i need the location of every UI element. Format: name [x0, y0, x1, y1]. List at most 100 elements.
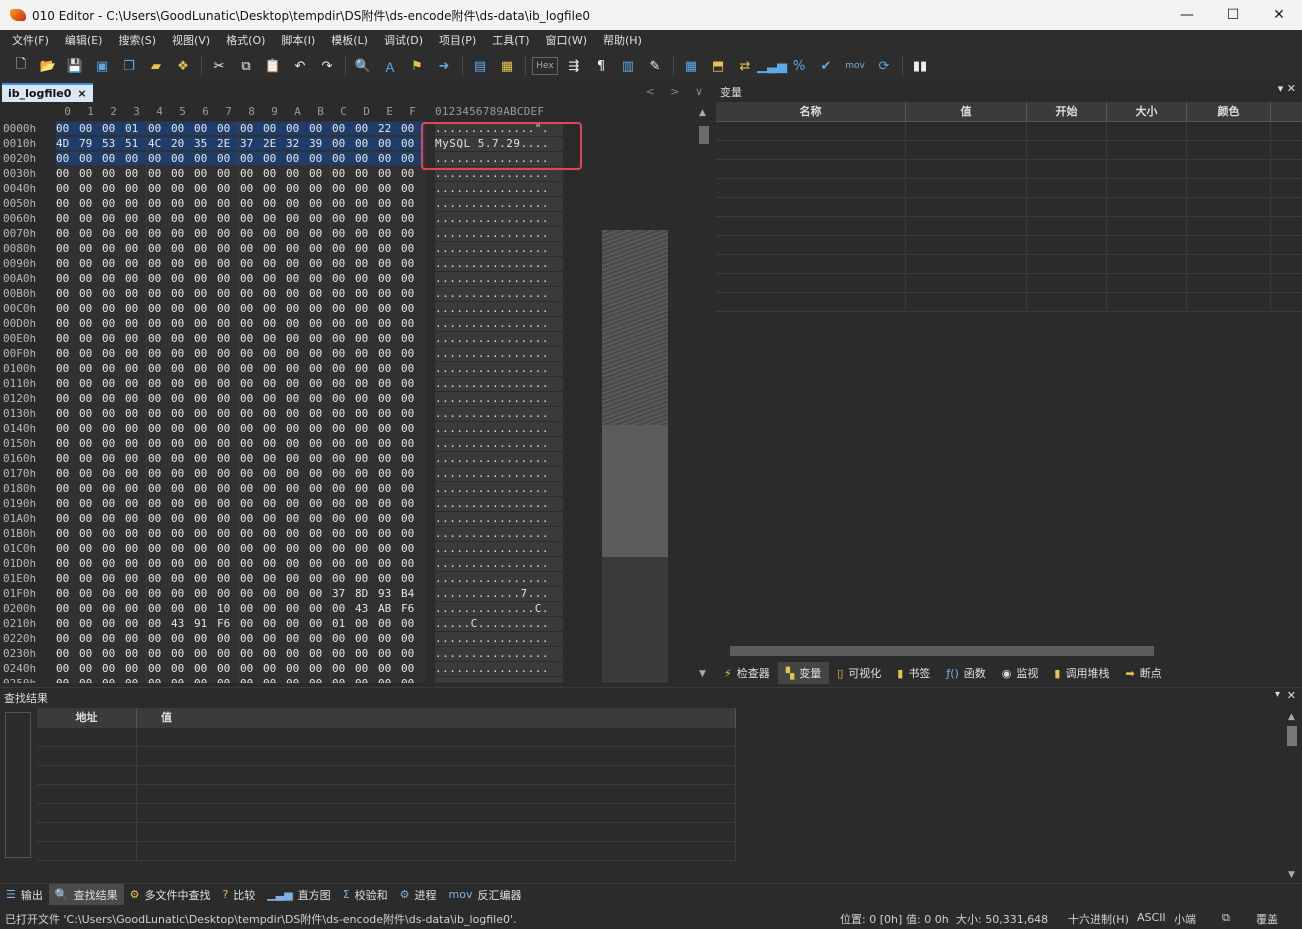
hex-byte[interactable]: 00 [309, 572, 332, 585]
hex-byte[interactable]: 00 [378, 302, 401, 315]
hex-byte[interactable]: 00 [194, 452, 217, 465]
hex-byte[interactable]: 00 [56, 392, 79, 405]
column-value-header[interactable]: 值 [906, 102, 1027, 121]
hex-byte[interactable]: 00 [240, 122, 263, 135]
hex-byte[interactable]: 00 [355, 617, 378, 630]
hex-byte[interactable]: 00 [240, 242, 263, 255]
hex-byte[interactable]: 00 [194, 662, 217, 675]
hex-byte[interactable]: 00 [240, 482, 263, 495]
pause-icon[interactable]: ▮▮ [909, 55, 931, 77]
tab-visualize[interactable]: ▯ 可视化 [829, 662, 889, 684]
hex-byte[interactable]: 00 [102, 242, 125, 255]
hex-byte[interactable]: 00 [171, 167, 194, 180]
hex-byte[interactable]: 00 [401, 527, 424, 540]
hex-byte[interactable]: 00 [378, 527, 401, 540]
status-insert-mode[interactable]: 覆盖 [1256, 911, 1278, 927]
hex-byte[interactable]: 00 [56, 452, 79, 465]
hex-byte[interactable]: 00 [102, 632, 125, 645]
hex-byte[interactable]: 00 [286, 122, 309, 135]
hex-byte[interactable]: 00 [56, 227, 79, 240]
find-results-row[interactable] [37, 747, 736, 766]
hex-byte[interactable]: F6 [217, 617, 240, 630]
hex-byte[interactable]: 00 [194, 512, 217, 525]
hex-byte[interactable]: 00 [56, 647, 79, 660]
status-endian[interactable]: 小端 [1174, 911, 1196, 927]
ascii-text[interactable]: ................ [435, 422, 563, 436]
ascii-text[interactable]: ................ [435, 407, 563, 421]
hex-byte[interactable]: 00 [263, 617, 286, 630]
paste-icon[interactable]: 📋 [262, 55, 284, 77]
hex-byte[interactable]: 00 [332, 527, 355, 540]
hex-byte[interactable]: 00 [355, 227, 378, 240]
hex-byte[interactable]: 00 [194, 122, 217, 135]
hex-byte[interactable]: 00 [309, 272, 332, 285]
hex-byte[interactable]: 00 [401, 542, 424, 555]
hex-byte[interactable]: 00 [217, 197, 240, 210]
hex-byte[interactable]: 00 [56, 437, 79, 450]
ascii-text[interactable]: ................ [435, 452, 563, 466]
hex-byte[interactable]: 00 [217, 242, 240, 255]
hex-byte[interactable]: 00 [332, 137, 355, 150]
hex-byte[interactable]: 00 [148, 422, 171, 435]
hex-byte[interactable]: 00 [240, 422, 263, 435]
tab-histogram[interactable]: ▁▃▅ 直方图 [261, 884, 336, 905]
hex-byte[interactable]: 00 [171, 212, 194, 225]
hex-byte[interactable]: 00 [102, 347, 125, 360]
tab-nav-arrows[interactable]: < > ∨ [646, 85, 709, 98]
hex-byte[interactable]: 00 [171, 152, 194, 165]
hex-byte[interactable]: 00 [240, 542, 263, 555]
hex-byte[interactable]: 00 [125, 557, 148, 570]
compare-icon[interactable]: ⇄ [734, 55, 756, 77]
hex-byte[interactable]: 00 [401, 617, 424, 630]
hex-byte[interactable]: 00 [355, 407, 378, 420]
find-results-row[interactable] [37, 823, 736, 842]
hex-byte[interactable]: 00 [378, 137, 401, 150]
hex-byte[interactable]: 00 [332, 332, 355, 345]
hex-byte[interactable]: 00 [332, 647, 355, 660]
hex-byte[interactable]: 00 [102, 617, 125, 630]
hex-byte[interactable]: 00 [102, 197, 125, 210]
hex-byte[interactable]: 00 [194, 212, 217, 225]
hex-byte[interactable]: 00 [332, 602, 355, 615]
hex-byte[interactable]: 00 [56, 122, 79, 135]
hex-byte[interactable]: 00 [79, 572, 102, 585]
hex-byte[interactable]: 00 [355, 677, 378, 683]
menu-templates[interactable]: 模板(L) [323, 32, 376, 48]
hex-byte[interactable]: 00 [355, 632, 378, 645]
hex-byte[interactable]: 00 [355, 512, 378, 525]
ascii-text[interactable]: ................ [435, 377, 563, 391]
ascii-text[interactable]: ................ [435, 362, 563, 376]
hex-byte[interactable]: 00 [194, 392, 217, 405]
hex-byte[interactable]: 00 [286, 452, 309, 465]
hex-byte[interactable]: 00 [332, 542, 355, 555]
hex-byte[interactable]: 00 [194, 482, 217, 495]
hex-byte[interactable]: 00 [102, 482, 125, 495]
hex-byte[interactable]: 00 [355, 452, 378, 465]
hex-byte[interactable]: 00 [217, 647, 240, 660]
hex-byte[interactable]: 00 [355, 662, 378, 675]
hex-byte[interactable]: 00 [309, 332, 332, 345]
hex-byte[interactable]: 00 [194, 362, 217, 375]
hex-byte[interactable]: 00 [217, 362, 240, 375]
hex-byte[interactable]: 00 [125, 662, 148, 675]
hex-byte[interactable]: 00 [286, 677, 309, 683]
hex-byte[interactable]: 00 [240, 227, 263, 240]
hex-byte[interactable]: 00 [171, 122, 194, 135]
hex-byte[interactable]: 00 [286, 662, 309, 675]
hex-byte[interactable]: 00 [378, 212, 401, 225]
hex-byte[interactable]: 00 [263, 512, 286, 525]
hex-byte[interactable]: 00 [286, 647, 309, 660]
hex-byte[interactable]: 00 [378, 632, 401, 645]
hex-byte[interactable]: 00 [332, 407, 355, 420]
hex-byte[interactable]: 00 [309, 152, 332, 165]
hex-byte[interactable]: 00 [332, 677, 355, 683]
find-results-row[interactable] [37, 766, 736, 785]
hex-byte[interactable]: 00 [148, 617, 171, 630]
hex-byte[interactable]: 00 [286, 542, 309, 555]
scroll-down-icon[interactable]: ▼ [699, 669, 706, 679]
hex-byte[interactable]: 00 [102, 452, 125, 465]
hex-byte[interactable]: 00 [332, 122, 355, 135]
hex-byte[interactable]: 00 [263, 482, 286, 495]
hex-byte[interactable]: 00 [102, 122, 125, 135]
save-as-icon[interactable]: ▣ [91, 55, 113, 77]
